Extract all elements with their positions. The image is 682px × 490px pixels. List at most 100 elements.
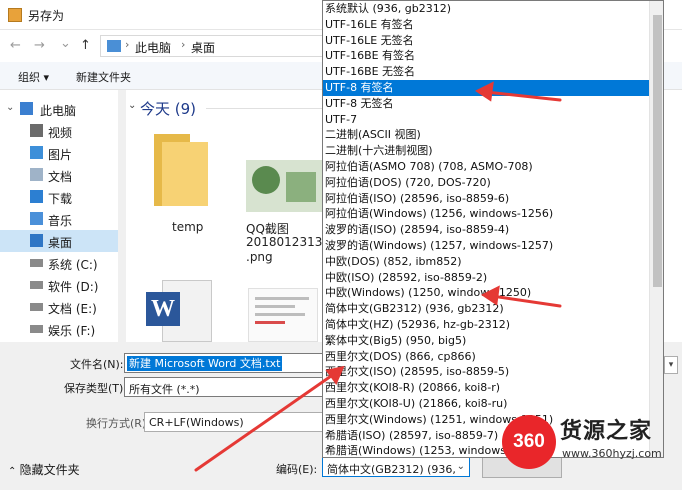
sidebar-item-this-pc[interactable]: ⌄ 此电脑 (0, 98, 118, 120)
download-icon (30, 190, 43, 203)
lineending-value: CR+LF(Windows) (149, 416, 244, 429)
encoding-option[interactable]: UTF-7 (323, 112, 649, 128)
filename-input[interactable]: 新建 Microsoft Word 文档.txt (124, 353, 324, 373)
sidebar-item-drive-e[interactable]: 文档 (E:) (0, 296, 118, 318)
encoding-option[interactable]: 阿拉伯语(ISO) (28596, iso-8859-6) (323, 191, 649, 207)
pictures-icon (30, 146, 43, 159)
forward-arrow-icon[interactable]: → (34, 38, 45, 53)
encoding-option[interactable]: 简体中文(HZ) (52936, hz-gb-2312) (323, 317, 649, 333)
word-document-icon[interactable]: W (146, 280, 216, 342)
notepad-icon (8, 8, 22, 22)
sidebar-item-label: 软件 (D:) (48, 280, 99, 294)
window-title: 另存为 (28, 9, 65, 23)
encoding-option[interactable]: 二进制(ASCII 视图) (323, 127, 649, 143)
navigation-pane-scrollbar[interactable] (118, 90, 126, 342)
filename-value: 新建 Microsoft Word 文档.txt (127, 356, 283, 371)
encoding-option[interactable]: 西里尔文(ISO) (28595, iso-8859-5) (323, 364, 649, 380)
folder-icon[interactable] (154, 134, 214, 206)
encoding-option[interactable]: UTF-16LE 无签名 (323, 33, 649, 49)
chevron-down-icon[interactable]: ⌄ (6, 102, 14, 113)
sidebar-item-label: 娱乐 (F:) (48, 324, 96, 338)
recent-locations-icon[interactable]: ⌄ (60, 36, 71, 51)
watermark-url: www.360hyzj.com (562, 447, 662, 460)
chevron-down-icon: ⌄ (456, 461, 465, 472)
sidebar-item-drive-f[interactable]: 娱乐 (F:) (0, 318, 118, 340)
sidebar-item-drive-d[interactable]: 软件 (D:) (0, 274, 118, 296)
drive-icon (30, 281, 43, 289)
encoding-option[interactable]: 中欧(Windows) (1250, windows-1250) (323, 285, 649, 301)
sidebar-item-videos[interactable]: 视频 (0, 120, 118, 142)
sidebar-item-downloads[interactable]: 下载 (0, 186, 118, 208)
encoding-option[interactable]: 阿拉伯语(DOS) (720, DOS-720) (323, 175, 649, 191)
scrollbar-thumb[interactable] (653, 15, 662, 287)
encoding-option[interactable]: UTF-16BE 无签名 (323, 64, 649, 80)
encoding-select[interactable]: 简体中文(GB2312) (936, ⌄ (322, 457, 470, 477)
encoding-option[interactable]: UTF-8 有签名 (323, 80, 649, 96)
encoding-option[interactable]: 波罗的语(ISO) (28594, iso-8859-4) (323, 222, 649, 238)
sidebar-item-music[interactable]: 音乐 (0, 208, 118, 230)
watermark-name: 货源之家 (560, 419, 653, 444)
address-bar[interactable]: › 此电脑 › 桌面 (100, 35, 332, 57)
encoding-option[interactable]: 阿拉伯语(Windows) (1256, windows-1256) (323, 206, 649, 222)
file-name-temp[interactable]: temp (172, 220, 203, 234)
encoding-option[interactable]: 繁体中文(Big5) (950, big5) (323, 333, 649, 349)
chevron-up-icon: ⌃ (8, 466, 20, 477)
group-divider (206, 108, 326, 109)
back-arrow-icon[interactable]: ← (10, 38, 21, 53)
organize-button[interactable]: 组织 ▾ (18, 69, 49, 85)
encoding-option[interactable]: 西里尔文(DOS) (866, cp866) (323, 349, 649, 365)
encoding-option[interactable]: 系统默认 (936, gb2312) (323, 1, 649, 17)
collapse-group-icon[interactable]: ⌄ (128, 100, 136, 111)
sidebar-item-pictures[interactable]: 图片 (0, 142, 118, 164)
up-arrow-icon[interactable]: ↑ (80, 38, 91, 53)
encoding-dropdown-list[interactable]: 系统默认 (936, gb2312) UTF-16LE 有签名 UTF-16LE 无… (322, 0, 664, 458)
music-icon (30, 212, 43, 225)
breadcrumb-separator: › (125, 38, 130, 51)
filetype-value: 所有文件 (*.*) (129, 383, 200, 396)
drive-icon (30, 325, 43, 333)
file-list: ⌄ 今天 (9) temp QQ截图 201801231331 .png W (126, 90, 326, 342)
logo-360: 360 (502, 415, 556, 469)
lineending-label: 换行方式(R): (86, 417, 150, 430)
folder-icon (107, 40, 121, 52)
filename-label: 文件名(N): (70, 358, 124, 371)
video-icon (30, 124, 43, 137)
document-thumbnail[interactable] (248, 288, 318, 342)
encoding-option[interactable]: 中欧(ISO) (28592, iso-8859-2) (323, 270, 649, 286)
sidebar-item-label: 文档 (E:) (48, 302, 97, 316)
sidebar-item-label: 桌面 (48, 236, 73, 250)
encoding-option[interactable]: 西里尔文(KOI8-R) (20866, koi8-r) (323, 380, 649, 396)
encoding-option[interactable]: 中欧(DOS) (852, ibm852) (323, 254, 649, 270)
drive-icon (30, 303, 43, 311)
encoding-option[interactable]: UTF-16LE 有签名 (323, 17, 649, 33)
sidebar-item-label: 文档 (48, 170, 73, 184)
sidebar-item-label: 此电脑 (40, 104, 77, 118)
filetype-select[interactable]: 所有文件 (*.*) (124, 377, 324, 397)
encoding-option[interactable]: 简体中文(GB2312) (936, gb2312) (323, 301, 649, 317)
sidebar-item-desktop[interactable]: 桌面 (0, 230, 118, 252)
file-name-line[interactable]: 201801231331 (246, 235, 322, 249)
breadcrumb-this-pc[interactable]: 此电脑 (135, 39, 171, 56)
encoding-option[interactable]: 阿拉伯语(ASMO 708) (708, ASMO-708) (323, 159, 649, 175)
hide-folders-toggle[interactable]: ⌃ 隐藏文件夹 (8, 461, 80, 478)
dropdown-scrollbar[interactable] (649, 1, 663, 457)
group-header-today[interactable]: 今天 (9) (140, 98, 196, 119)
navigation-pane: ⌄ 此电脑 视频 图片 文档 下载 音乐 桌面 系统 (C:) 软件 (D:) … (0, 90, 118, 342)
encoding-option[interactable]: UTF-16BE 有签名 (323, 48, 649, 64)
filetype-label: 保存类型(T): (64, 382, 128, 395)
new-folder-button[interactable]: 新建文件夹 (76, 69, 131, 85)
lineending-select[interactable]: CR+LF(Windows) (144, 412, 326, 432)
image-thumbnail[interactable] (246, 160, 322, 212)
encoding-label: 编码(E): (276, 463, 318, 476)
file-name-line[interactable]: .png (246, 250, 273, 264)
encoding-option[interactable]: UTF-8 无签名 (323, 96, 649, 112)
drive-icon (30, 259, 43, 267)
sidebar-item-drive-c[interactable]: 系统 (C:) (0, 252, 118, 274)
desktop-icon (30, 234, 43, 247)
sidebar-item-documents[interactable]: 文档 (0, 164, 118, 186)
encoding-option[interactable]: 二进制(十六进制视图) (323, 143, 649, 159)
chevron-down-icon[interactable]: ▾ (664, 356, 678, 374)
sidebar-item-label: 视频 (48, 126, 73, 140)
encoding-option[interactable]: 波罗的语(Windows) (1257, windows-1257) (323, 238, 649, 254)
breadcrumb-desktop[interactable]: 桌面 (191, 39, 215, 56)
